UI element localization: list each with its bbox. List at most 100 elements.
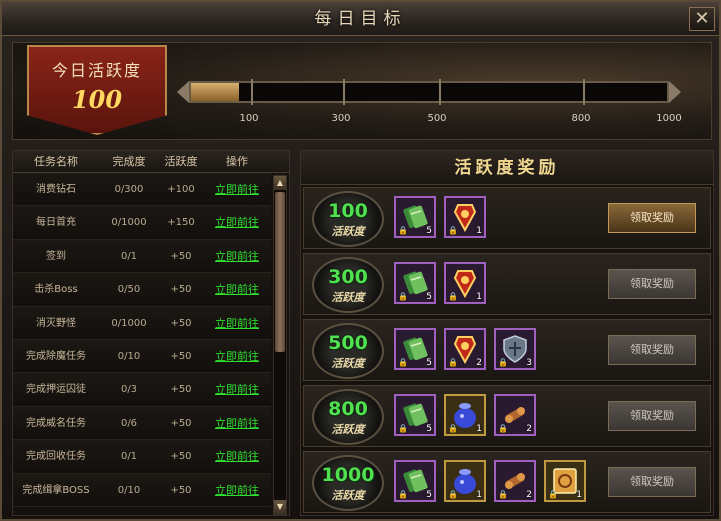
close-button[interactable]: ✕ [689, 7, 715, 31]
reward-item-slot[interactable]: 🔒 1 [444, 262, 486, 304]
reward-items: 🔒 5 🔒 1 🔒 2 🔒 1 [394, 460, 586, 502]
reward-item-slot[interactable]: 🔒 2 [444, 328, 486, 370]
go-now-link[interactable]: 立即前往 [203, 407, 271, 439]
claim-reward-button[interactable]: 领取奖励 [608, 467, 696, 497]
milestone-label: 300 [331, 113, 351, 124]
task-points: +50 [170, 384, 192, 396]
item-count: 1 [476, 490, 482, 500]
task-points: +50 [170, 284, 192, 296]
reward-item-slot[interactable]: 🔒 5 [394, 196, 436, 238]
tier-activity-word: 活跃度 [331, 291, 365, 304]
reward-item-slot[interactable]: 🔒 3 [494, 328, 536, 370]
reward-tier-row: 1000 活跃度 🔒 5 🔒 1 🔒 2 🔒 1 领取奖励 [303, 451, 711, 513]
milestone-label: 100 [239, 113, 259, 124]
claim-reward-button[interactable]: 领取奖励 [608, 269, 696, 299]
reward-tier-row: 100 活跃度 🔒 5 🔒 1 领取奖励 [303, 187, 711, 249]
scroll-thumb[interactable] [275, 192, 285, 352]
milestone-tick [251, 79, 253, 105]
reward-tier-row: 300 活跃度 🔒 5 🔒 1 领取奖励 [303, 253, 711, 315]
go-now-link[interactable]: 立即前往 [203, 273, 271, 305]
task-progress: 0/50 [117, 284, 141, 296]
lock-icon: 🔒 [448, 424, 458, 433]
reward-item-slot[interactable]: 🔒 2 [494, 394, 536, 436]
task-table-header: 任务名称 完成度 活跃度 操作 [13, 151, 289, 173]
reward-item-slot[interactable]: 🔒 1 [544, 460, 586, 502]
table-row: 完成回收任务 0/1 +50 立即前往 [13, 440, 271, 474]
reward-item-slot[interactable]: 🔒 2 [494, 460, 536, 502]
lock-icon: 🔒 [448, 358, 458, 367]
task-progress: 0/300 [114, 184, 144, 195]
today-activity-value: 100 [71, 85, 123, 114]
tier-medal: 500 活跃度 [312, 323, 384, 379]
table-row: 每日首充 0/1000 +150 立即前往 [13, 206, 271, 240]
reward-item-slot[interactable]: 🔒 1 [444, 394, 486, 436]
task-points: +50 [170, 451, 192, 463]
milestone-label: 1000 [656, 113, 682, 124]
header-activity: 活跃度 [164, 155, 198, 168]
today-activity-label: 今日活跃度 [51, 61, 142, 80]
window-title: 每日目标 [314, 9, 407, 29]
claim-reward-button[interactable]: 领取奖励 [608, 203, 696, 233]
reward-item-slot[interactable]: 🔒 5 [394, 328, 436, 370]
reward-item-slot[interactable]: 🔒 5 [394, 394, 436, 436]
scroll-down-icon[interactable]: ▼ [274, 500, 286, 514]
lock-icon: 🔒 [398, 226, 408, 235]
table-row: 完成除魔任务 0/10 +50 立即前往 [13, 339, 271, 374]
item-count: 3 [526, 358, 532, 368]
reward-item-slot[interactable]: 🔒 5 [394, 262, 436, 304]
reward-items: 🔒 5 🔒 1 🔒 2 [394, 394, 536, 436]
table-row: 击杀Boss 0/50 +50 立即前往 [13, 273, 271, 307]
item-count: 1 [476, 292, 482, 302]
tier-medal: 100 活跃度 [312, 191, 384, 247]
table-row: 完成押运囚徒 0/3 +50 立即前往 [13, 373, 271, 407]
go-now-link[interactable]: 立即前往 [203, 340, 271, 372]
claim-reward-button[interactable]: 领取奖励 [608, 401, 696, 431]
tier-activity-word: 活跃度 [331, 489, 365, 502]
today-activity-badge: 今日活跃度 100 [27, 45, 167, 135]
reward-item-slot[interactable]: 🔒 1 [444, 196, 486, 238]
lock-icon: 🔒 [398, 292, 408, 301]
reward-tier-row: 800 活跃度 🔒 5 🔒 1 🔒 2 领取奖励 [303, 385, 711, 447]
reward-item-slot[interactable]: 🔒 1 [444, 460, 486, 502]
reward-tier-row: 500 活跃度 🔒 5 🔒 2 🔒 3 领取奖励 [303, 319, 711, 381]
reward-item-slot[interactable]: 🔒 5 [394, 460, 436, 502]
item-count: 1 [576, 490, 582, 500]
task-list-panel: 任务名称 完成度 活跃度 操作 消费钻石 0/300 +100 立即前往 每日首充 0/1… [12, 150, 290, 516]
task-points: +50 [170, 250, 192, 262]
task-progress: 0/3 [120, 384, 138, 396]
item-count: 1 [476, 226, 482, 236]
go-now-link[interactable]: 立即前往 [203, 240, 271, 272]
tier-points: 1000 [321, 464, 375, 486]
task-name: 消费钻石 [36, 184, 76, 195]
item-count: 5 [426, 424, 432, 434]
tier-activity-word: 活跃度 [331, 357, 365, 370]
go-now-link[interactable]: 立即前往 [203, 440, 271, 472]
scroll-up-icon[interactable]: ▲ [274, 176, 286, 190]
task-progress: 0/1 [120, 451, 138, 463]
header-task-name: 任务名称 [34, 155, 78, 168]
tier-points: 100 [328, 200, 368, 222]
lock-icon: 🔒 [448, 490, 458, 499]
go-now-link[interactable]: 立即前往 [203, 307, 271, 339]
go-now-link[interactable]: 立即前往 [203, 373, 271, 405]
task-points: +50 [170, 350, 192, 362]
claim-reward-button[interactable]: 领取奖励 [608, 335, 696, 365]
milestone-tick [439, 79, 441, 105]
task-name: 完成缉拿BOSS [22, 484, 90, 496]
item-count: 2 [526, 424, 532, 434]
lock-icon: 🔒 [498, 490, 508, 499]
table-row: 完成缉拿BOSS 0/10 +50 立即前往 [13, 473, 271, 507]
task-name: 完成押运囚徒 [26, 384, 86, 396]
go-now-link[interactable]: 立即前往 [203, 173, 271, 205]
table-row: 完成威名任务 0/6 +50 立即前往 [13, 406, 271, 441]
tier-points: 800 [328, 398, 368, 420]
go-now-link[interactable]: 立即前往 [203, 474, 271, 506]
go-now-link[interactable]: 立即前往 [203, 206, 271, 238]
item-count: 2 [526, 490, 532, 500]
task-scrollbar[interactable]: ▲ ▼ [273, 175, 287, 515]
task-points: +50 [170, 484, 192, 496]
item-count: 5 [426, 358, 432, 368]
task-name: 签到 [46, 250, 66, 262]
task-name: 每日首充 [36, 217, 76, 229]
task-name: 完成除魔任务 [26, 350, 86, 362]
